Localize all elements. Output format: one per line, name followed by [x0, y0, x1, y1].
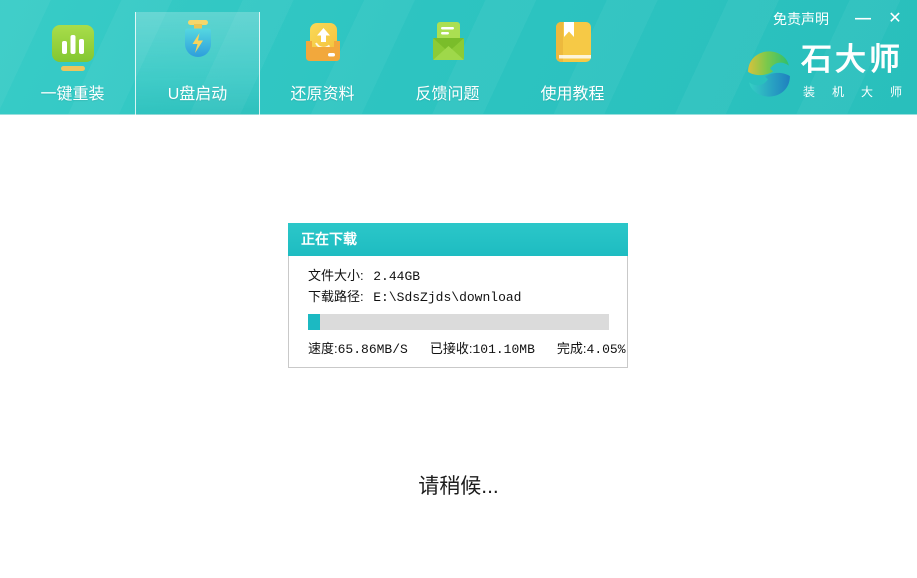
- disclaimer-link[interactable]: 免责声明: [773, 9, 829, 29]
- titlebar-controls: 免责声明 — ✕: [773, 9, 905, 29]
- download-path-label: 下载路径:: [308, 289, 364, 304]
- restore-box-icon: [299, 16, 347, 72]
- download-stats: 速度:65.86MB/S 已接收:101.10MB 完成:4.05%: [308, 338, 608, 357]
- close-button[interactable]: ✕: [885, 10, 905, 28]
- nav-item-restore-data[interactable]: 还原资料: [260, 12, 385, 115]
- completed-value: 4.05%: [587, 342, 626, 357]
- progress-fill: [308, 314, 320, 330]
- dialog-body: 文件大小: 2.44GB 下载路径: E:\SdsZjds\download 速…: [289, 256, 627, 367]
- received-label: 已接收:: [430, 341, 473, 356]
- book-icon: [549, 16, 597, 72]
- brand-logo: 石大师 装机大师: [746, 44, 903, 100]
- brand-name: 石大师: [801, 44, 903, 77]
- progress-bar: [308, 314, 609, 330]
- app-window: 一键重装 U盘启动: [0, 0, 917, 578]
- speed-value: 65.86MB/S: [338, 342, 408, 357]
- nav-item-feedback[interactable]: 反馈问题: [385, 12, 510, 115]
- download-dialog: 正在下载 文件大小: 2.44GB 下载路径: E:\SdsZjds\downl…: [288, 223, 628, 368]
- nav-label: 使用教程: [540, 80, 604, 104]
- file-size-label: 文件大小:: [308, 268, 364, 283]
- nav-item-usb-boot[interactable]: U盘启动: [135, 12, 260, 115]
- file-size-value: 2.44GB: [373, 269, 420, 284]
- brand-subtitle: 装机大师: [801, 83, 917, 100]
- file-size-row: 文件大小: 2.44GB: [308, 266, 608, 287]
- received-value: 101.10MB: [472, 342, 534, 357]
- brand-text: 石大师 装机大师: [801, 44, 903, 100]
- download-path-row: 下载路径: E:\SdsZjds\download: [308, 287, 608, 308]
- nav-item-onekey-reinstall[interactable]: 一键重装: [10, 12, 135, 115]
- brand-swirl-icon: [746, 48, 792, 100]
- app-header: 一键重装 U盘启动: [0, 0, 917, 115]
- dialog-title: 正在下载: [288, 223, 628, 256]
- speed-stat: 速度:65.86MB/S: [308, 338, 408, 357]
- status-text: 请稍候...: [0, 470, 917, 500]
- nav-label: 还原资料: [290, 80, 354, 104]
- received-stat: 已接收:101.10MB: [430, 338, 535, 357]
- usb-shield-icon: [174, 16, 222, 72]
- mail-feedback-icon: [424, 16, 472, 72]
- nav-label: U盘启动: [168, 80, 228, 104]
- nav-label: 反馈问题: [415, 80, 479, 104]
- main-nav: 一键重装 U盘启动: [10, 12, 635, 115]
- bar-chart-icon: [49, 16, 97, 72]
- download-path-value: E:\SdsZjds\download: [373, 290, 521, 305]
- nav-label: 一键重装: [40, 80, 104, 104]
- completed-stat: 完成:4.05%: [557, 338, 626, 357]
- speed-label: 速度:: [308, 341, 338, 356]
- minimize-button[interactable]: —: [853, 10, 873, 28]
- nav-item-tutorial[interactable]: 使用教程: [510, 12, 635, 115]
- completed-label: 完成:: [557, 341, 587, 356]
